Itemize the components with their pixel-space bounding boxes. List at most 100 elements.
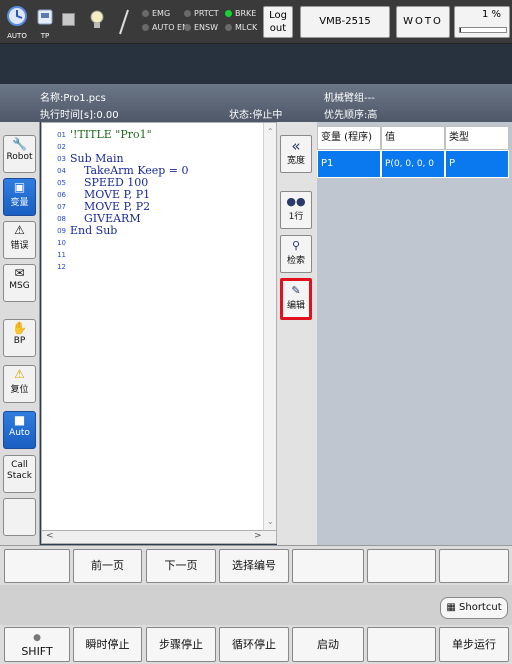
empty-sidebar-button[interactable] — [3, 498, 36, 536]
auto-button[interactable]: ■ Auto — [3, 411, 36, 449]
line-number: 11 — [57, 251, 66, 259]
variable-table: 变量 (程序) 值 类型 P1 P(0, 0, 0, 0 P — [317, 122, 512, 545]
scroll-left-icon[interactable]: < — [46, 531, 54, 541]
editor-vertical-scrollbar[interactable]: ⌃ ⌄ — [263, 123, 276, 530]
line-label: 1行 — [288, 212, 304, 222]
next-page-button[interactable]: 下一页 — [146, 549, 216, 583]
edit-label: 编辑 — [286, 301, 305, 311]
auto-label: AUTO — [7, 32, 27, 40]
line-number: 07 — [57, 203, 66, 211]
error-button[interactable]: ⚠ 错误 — [3, 221, 36, 259]
code-line[interactable]: 12 — [42, 261, 262, 273]
start-button[interactable]: 启动 — [292, 627, 364, 662]
lamp-icon[interactable] — [89, 8, 105, 34]
editor-horizontal-scrollbar[interactable]: < > — [41, 530, 277, 544]
page-empty-button-1[interactable] — [4, 549, 70, 583]
header-variable[interactable]: 变量 (程序) — [317, 126, 381, 150]
bottom-command-bar: ● SHIFT 瞬时停止 步骤停止 循环停止 启动 单步运行 — [0, 625, 512, 664]
msg-button[interactable]: ✉ MSG — [3, 264, 36, 302]
cell-value[interactable]: P(0, 0, 0, 0 — [381, 150, 445, 178]
stop-square-icon[interactable] — [62, 13, 75, 26]
scroll-up-icon[interactable]: ⌃ — [267, 127, 274, 136]
line-button[interactable]: ●● 1行 — [280, 191, 312, 229]
code-line[interactable]: 11 — [42, 249, 262, 261]
bp-label: BP — [13, 336, 26, 346]
shift-dot-icon: ● — [33, 633, 41, 643]
status-auto-en: AUTO EN — [142, 21, 188, 35]
msg-label: MSG — [9, 281, 30, 291]
line-number: 06 — [57, 191, 66, 199]
code-line[interactable]: 01 '!TITLE "Pro1" — [42, 129, 262, 141]
cell-variable[interactable]: P1 — [317, 150, 381, 178]
search-button[interactable]: ⚲ 检索 — [280, 235, 312, 273]
robot-arm-icon: 🔧 — [12, 137, 27, 151]
shift-label: SHIFT — [21, 645, 53, 658]
robot-label: Robot — [6, 152, 33, 162]
cell-type[interactable]: P — [445, 150, 509, 178]
tp-label: TP — [40, 32, 50, 40]
page-navigation-bar: 前一页 下一页 选择编号 — [0, 545, 512, 585]
code-line[interactable]: 09 End Sub — [42, 225, 262, 237]
search-label: 检索 — [286, 256, 305, 266]
variable-button[interactable]: ▣ 变量 — [3, 178, 36, 216]
status-brke: BRKE — [225, 7, 257, 21]
logout-button[interactable]: Log out — [263, 6, 293, 38]
speed-override-button[interactable]: 1 % — [454, 6, 510, 38]
line-code: '!TITLE "Pro1" — [70, 128, 152, 141]
single-step-button[interactable]: 单步运行 — [439, 627, 509, 662]
shift-button[interactable]: ● SHIFT — [4, 627, 70, 662]
hand-icon: ✋ — [12, 321, 27, 335]
woto-button[interactable]: WOTO — [396, 6, 450, 38]
prev-page-button[interactable]: 前一页 — [73, 549, 142, 583]
status-ensw: ENSW — [184, 21, 219, 35]
step-stop-button[interactable]: 步骤停止 — [146, 627, 216, 662]
teach-pendant-icon[interactable]: TP — [32, 4, 58, 40]
error-label: 错误 — [10, 241, 29, 251]
priority: 优先顺序:高 — [324, 110, 378, 121]
program-info-bar: 名称:Pro1.pcs 执行时间[s]:0.00 状态:停止中 机械臂组--- … — [0, 84, 512, 122]
scroll-right-icon[interactable]: > — [254, 531, 262, 541]
instant-stop-button[interactable]: 瞬时停止 — [73, 627, 142, 662]
page-empty-button-4[interactable] — [439, 549, 509, 583]
select-number-button[interactable]: 选择编号 — [219, 549, 289, 583]
variable-icon: ▣ — [13, 180, 26, 194]
code-line[interactable]: 10 — [42, 237, 262, 249]
auto-label: Auto — [9, 428, 30, 438]
status-emg: EMG — [142, 7, 188, 21]
edit-button[interactable]: ✎ 编辑 — [280, 278, 312, 320]
line-number: 10 — [57, 239, 66, 247]
program-editor[interactable]: 01 '!TITLE "Pro1" 02 03 Sub Main 04 TakeArm K… — [41, 122, 277, 531]
auto-mode-icon[interactable]: AUTO — [4, 4, 30, 40]
header-value[interactable]: 值 — [381, 126, 445, 150]
width-button[interactable]: « 宽度 — [280, 135, 312, 173]
status-dot — [225, 24, 232, 31]
line-number: 02 — [57, 143, 66, 151]
breakpoint-button[interactable]: ✋ BP — [3, 319, 36, 357]
robot-button[interactable]: 🔧 Robot — [3, 135, 36, 173]
program-state: 状态:停止中 — [229, 110, 283, 121]
status-dot — [142, 24, 149, 31]
call-stack-button[interactable]: Call Stack — [3, 455, 36, 493]
top-toolbar: AUTO TP EMG AUTO EN PRTCT ENSW BRKE MLCK… — [0, 0, 512, 44]
reset-button[interactable]: ⚠ 复位 — [3, 365, 36, 403]
line-code: End Sub — [70, 224, 118, 237]
message-icon: ✉ — [14, 266, 25, 280]
shortcut-strip — [0, 585, 512, 625]
speed-bar — [459, 27, 507, 33]
page-empty-button-2[interactable] — [292, 549, 364, 583]
header-type[interactable]: 类型 — [445, 126, 509, 150]
error-icon: ⚠ — [14, 223, 25, 237]
pencil-icon: ✎ — [291, 284, 301, 297]
status-dot — [142, 10, 149, 17]
page-empty-button-3[interactable] — [367, 549, 436, 583]
line-number: 12 — [57, 263, 66, 271]
status-mlck: MLCK — [225, 21, 257, 35]
shortcut-button[interactable]: ▦ Shortcut — [440, 597, 508, 619]
bottom-empty-button[interactable] — [367, 627, 436, 662]
width-label: 宽度 — [286, 156, 305, 166]
scroll-down-icon[interactable]: ⌄ — [267, 517, 274, 526]
cycle-stop-button[interactable]: 循环停止 — [219, 627, 289, 662]
line-number: 09 — [57, 227, 66, 235]
robot-model-button[interactable]: VMB-2515 — [300, 6, 390, 38]
wrench-icon[interactable] — [117, 7, 131, 37]
